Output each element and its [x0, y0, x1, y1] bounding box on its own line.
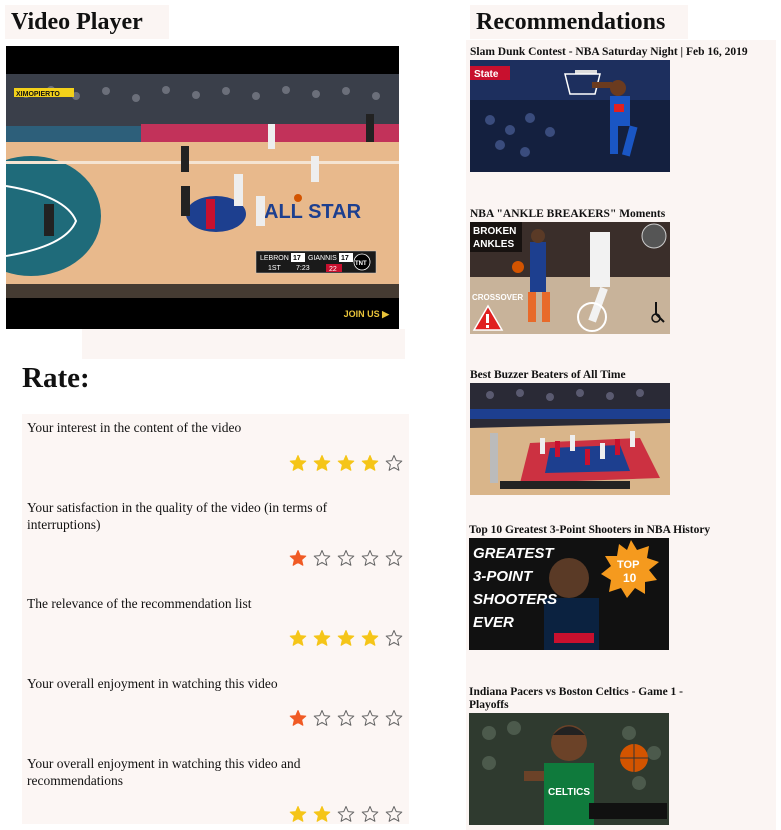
join-us-link[interactable]: JOIN US ▶: [344, 309, 389, 320]
svg-text:10: 10: [623, 571, 637, 585]
svg-text:7:23: 7:23: [296, 265, 310, 272]
svg-text:CROSSOVER: CROSSOVER: [472, 293, 523, 302]
star-icon[interactable]: [337, 805, 355, 823]
star-icon[interactable]: [337, 709, 355, 727]
star-icon[interactable]: [289, 805, 307, 823]
recommendation-5-thumbnail[interactable]: CELTICS: [469, 713, 669, 825]
rating-4-stars[interactable]: [289, 709, 403, 727]
svg-text:1ST: 1ST: [268, 265, 282, 272]
star-icon[interactable]: [337, 629, 355, 647]
star-icon[interactable]: [385, 454, 403, 472]
recommendation-5-title[interactable]: Indiana Pacers vs Boston Celtics - Game …: [469, 686, 719, 712]
star-icon[interactable]: [313, 549, 331, 567]
star-icon[interactable]: [385, 709, 403, 727]
star-icon[interactable]: [361, 709, 379, 727]
player-footer: [82, 329, 405, 359]
rating-3-stars[interactable]: [289, 629, 403, 647]
recommendation-1-thumbnail[interactable]: State: [470, 60, 670, 172]
rating-1-stars[interactable]: [289, 454, 403, 472]
star-icon[interactable]: [289, 549, 307, 567]
star-icon[interactable]: [313, 454, 331, 472]
star-icon[interactable]: [289, 454, 307, 472]
question-1-label: Your interest in the content of the vide…: [27, 420, 242, 435]
svg-text:TOP: TOP: [617, 559, 639, 571]
question-3-label: The relevance of the recommendation list: [27, 596, 252, 611]
question-4-label: Your overall enjoyment in watching this …: [27, 676, 278, 691]
recommendation-4-thumbnail[interactable]: GREATEST 3-POINT SHOOTERS EVER TOP 10: [469, 538, 669, 650]
rating-5-stars[interactable]: [289, 805, 403, 823]
svg-text:CELTICS: CELTICS: [548, 787, 590, 798]
recommendation-2-thumbnail[interactable]: BROKEN ANKLES CROSSOVER: [470, 222, 670, 334]
star-icon[interactable]: [361, 629, 379, 647]
svg-text:3-POINT: 3-POINT: [473, 568, 534, 585]
svg-text:17: 17: [293, 255, 301, 262]
svg-text:EVER: EVER: [473, 614, 514, 631]
svg-text:ANKLES: ANKLES: [473, 239, 514, 250]
svg-text:22: 22: [329, 266, 337, 273]
star-icon[interactable]: [337, 454, 355, 472]
star-icon[interactable]: [361, 805, 379, 823]
recommendation-3-thumbnail[interactable]: [470, 383, 670, 495]
svg-text:GIANNIS: GIANNIS: [308, 255, 337, 262]
star-icon[interactable]: [313, 629, 331, 647]
star-icon[interactable]: [361, 549, 379, 567]
score-bug: LEBRON 17 GIANNIS 17 1ST 7:23 22 TNT: [255, 250, 377, 274]
svg-text:TNT: TNT: [355, 261, 367, 267]
star-icon[interactable]: [289, 629, 307, 647]
question-5-label: Your overall enjoyment in watching this …: [27, 756, 301, 788]
recommendations-title: Recommendations: [470, 5, 688, 39]
star-icon[interactable]: [313, 709, 331, 727]
video-frame: ALL STAR XIMOPIERTO LEBRON 17 GIANNIS 17…: [6, 46, 399, 329]
svg-text:SHOOTERS: SHOOTERS: [473, 591, 557, 608]
star-icon[interactable]: [385, 549, 403, 567]
recommendation-3-title[interactable]: Best Buzzer Beaters of All Time: [470, 369, 770, 382]
star-icon[interactable]: [361, 454, 379, 472]
svg-text:State: State: [474, 69, 499, 80]
question-2-label: Your satisfaction in the quality of the …: [27, 500, 328, 532]
svg-text:17: 17: [341, 255, 349, 262]
rating-panel: Your interest in the content of the vide…: [22, 414, 409, 824]
star-icon[interactable]: [385, 629, 403, 647]
svg-text:ALL STAR: ALL STAR: [264, 201, 362, 223]
recommendation-4-title[interactable]: Top 10 Greatest 3-Point Shooters in NBA …: [469, 524, 769, 537]
svg-text:LEBRON: LEBRON: [260, 255, 289, 262]
rate-heading: Rate:: [22, 362, 90, 394]
svg-text:XIMOPIERTO: XIMOPIERTO: [16, 91, 60, 98]
recommendation-2-title[interactable]: NBA "ANKLE BREAKERS" Moments: [470, 208, 770, 221]
svg-text:BROKEN: BROKEN: [473, 226, 516, 237]
star-icon[interactable]: [313, 805, 331, 823]
recommendation-1-title[interactable]: Slam Dunk Contest - NBA Saturday Night |…: [470, 46, 776, 59]
video-player[interactable]: ALL STAR XIMOPIERTO LEBRON 17 GIANNIS 17…: [6, 46, 399, 329]
star-icon[interactable]: [385, 805, 403, 823]
video-player-title: Video Player: [5, 5, 169, 39]
rating-2-stars[interactable]: [289, 549, 403, 567]
svg-text:GREATEST: GREATEST: [473, 545, 555, 562]
star-icon[interactable]: [289, 709, 307, 727]
star-icon[interactable]: [337, 549, 355, 567]
